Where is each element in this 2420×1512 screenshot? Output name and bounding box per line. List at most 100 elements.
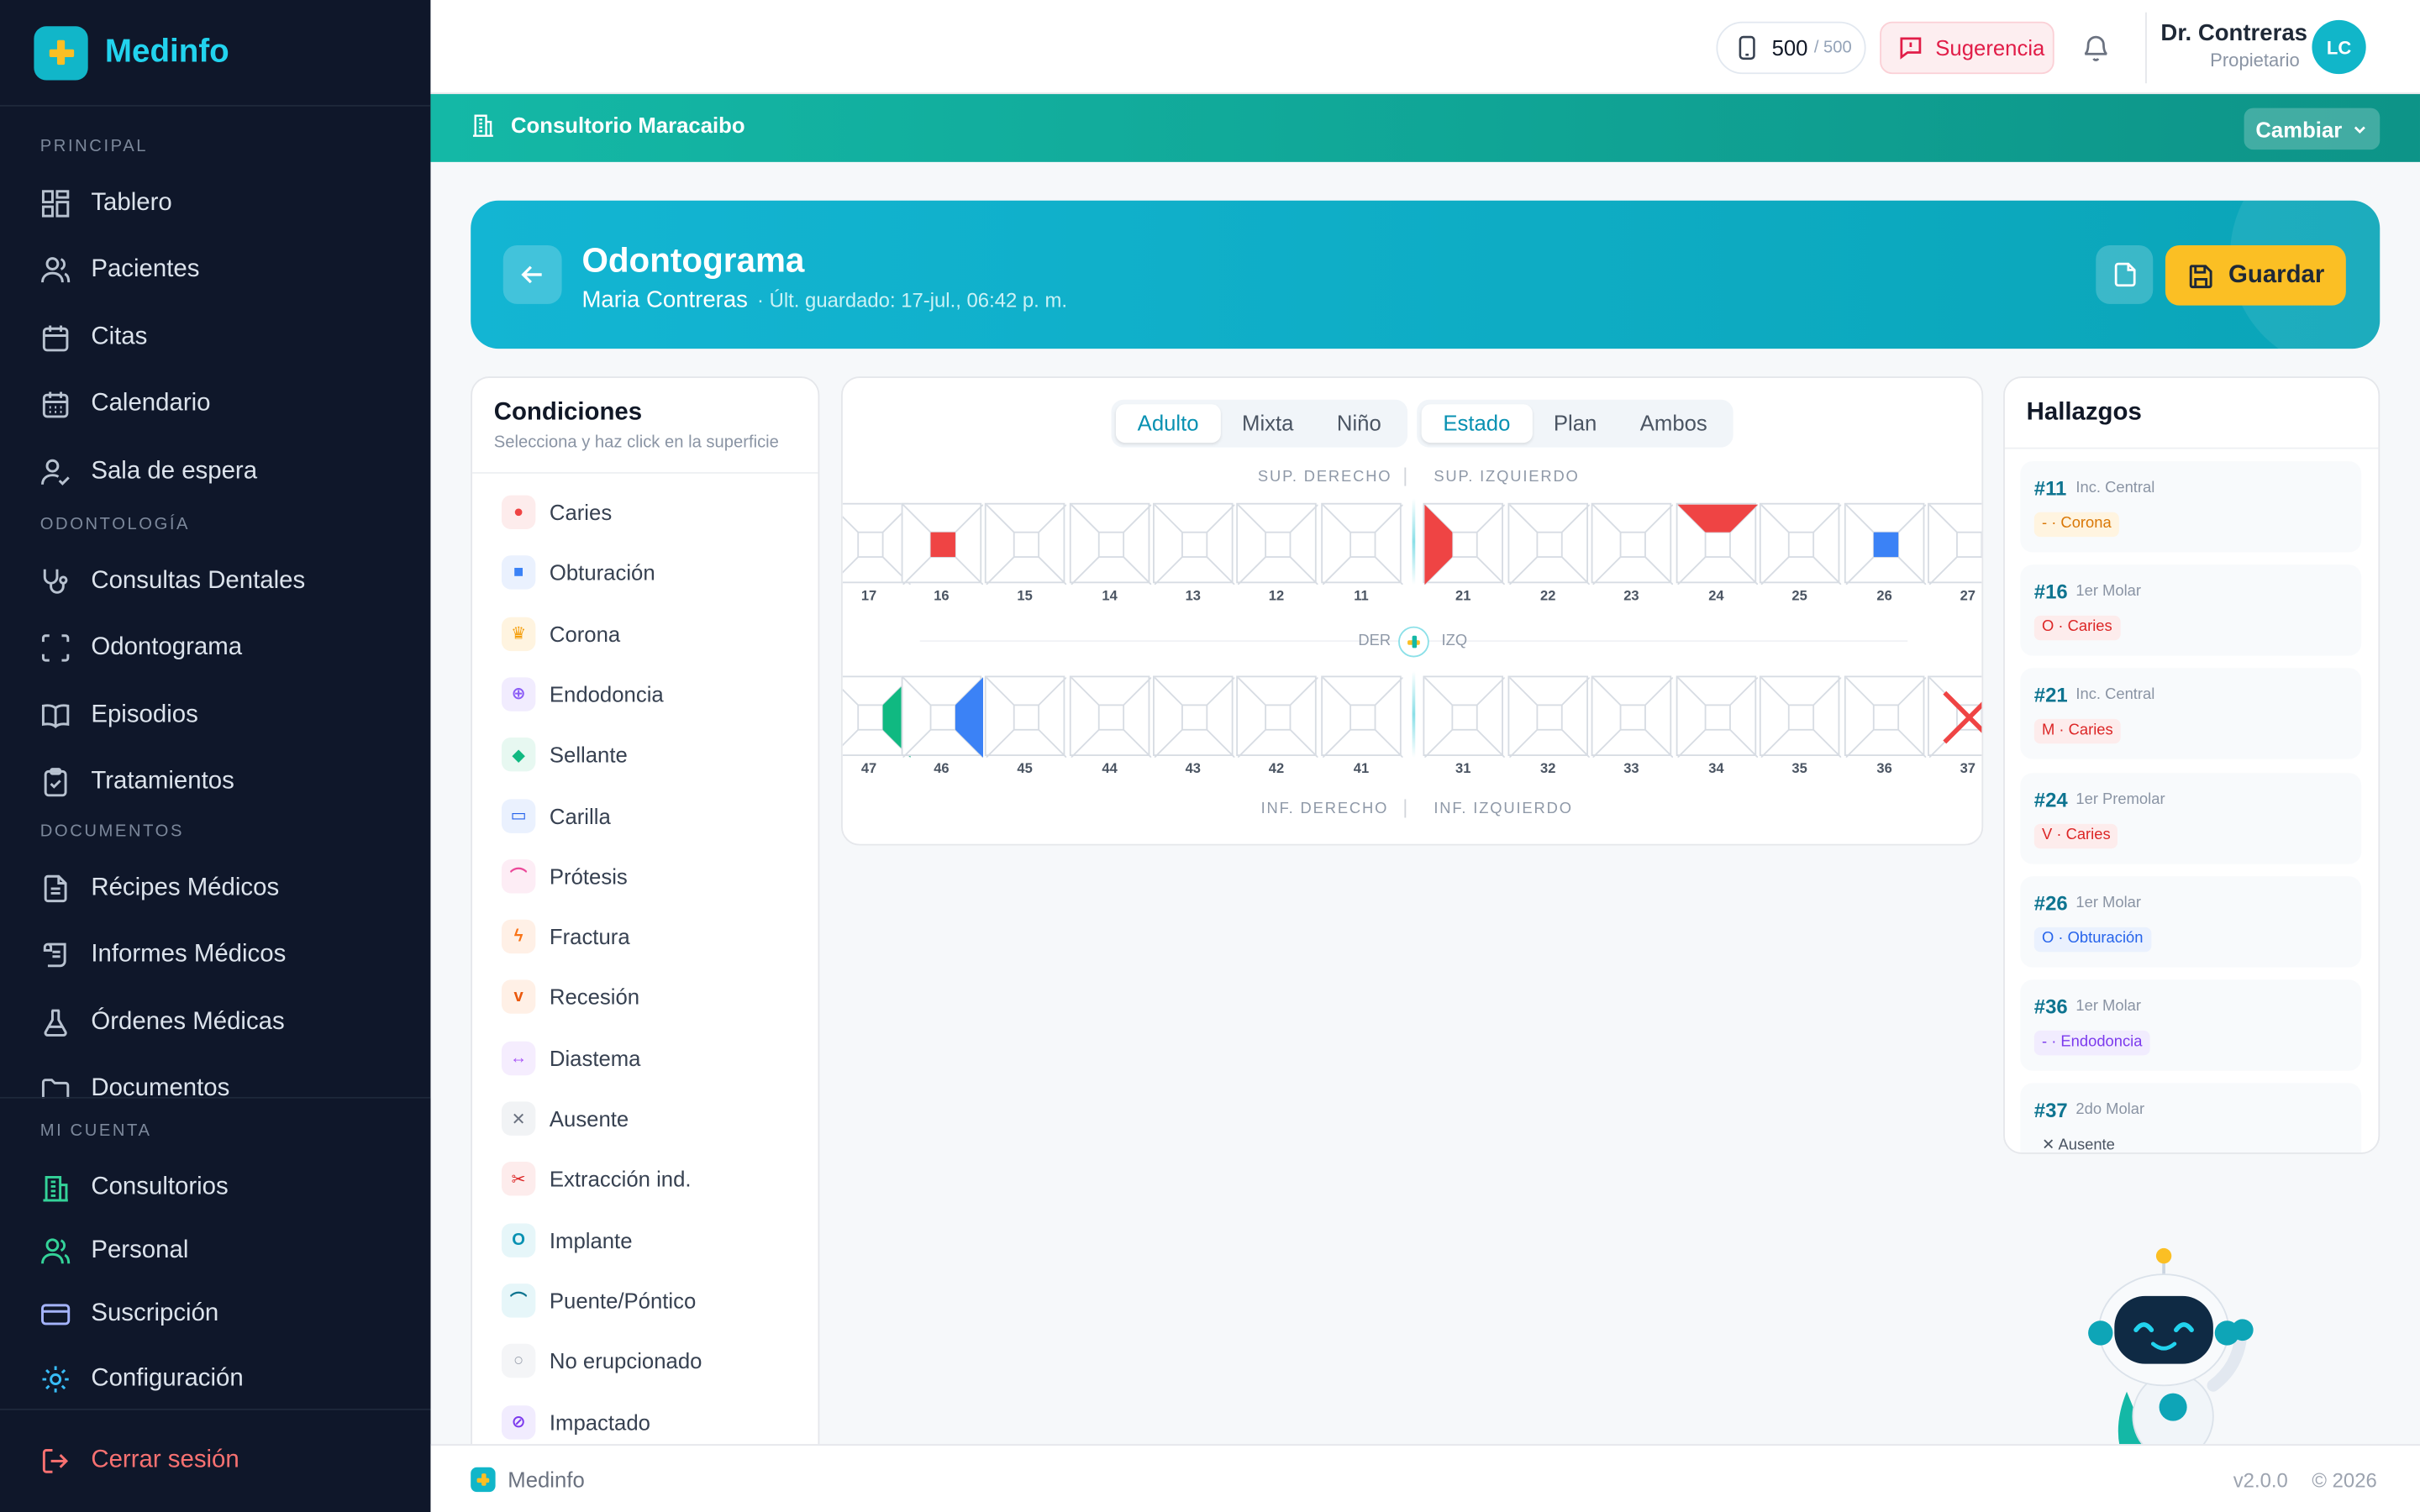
gear-icon [42,1366,69,1393]
condition-item[interactable]: O Implante [501,1222,633,1257]
condition-item[interactable]: ϟ Fractura [501,919,630,954]
tooth-42[interactable] [1236,675,1318,758]
sidebar-item-calendario[interactable]: Calendario [40,384,211,424]
tooth-15[interactable] [984,502,1067,585]
condition-item[interactable]: ⌒ Puente/Póntico [501,1283,696,1318]
tooth-14[interactable] [1069,502,1152,585]
sidebar-divider [0,1408,431,1410]
condition-item[interactable]: ↔ Diastema [501,1041,641,1075]
section-odontologia: ODONTOLOGÍA [39,515,191,534]
document-button[interactable] [2096,245,2154,304]
condition-item[interactable]: ⊘ Impactado [501,1404,650,1439]
tooth-35[interactable] [1759,675,1842,758]
back-button[interactable] [502,245,562,304]
tooth-21[interactable] [1423,502,1505,585]
tooth-26[interactable] [1844,502,1927,585]
condition-item[interactable]: ⌒ Prótesis [501,858,628,894]
condition-item[interactable]: ■ Obturación [501,555,655,591]
tooth-46[interactable] [901,675,983,758]
sidebar-item-episodios[interactable]: Episodios [40,696,198,736]
tooth-number: 15 [1017,587,1033,604]
tooth-41[interactable] [1321,675,1403,758]
condition-item[interactable]: ● Caries [501,495,612,529]
tooth-34[interactable] [1676,675,1759,758]
tooth-25[interactable] [1759,502,1842,585]
tab-nino[interactable]: Niño [1315,404,1402,443]
tab-estado[interactable]: Estado [1421,404,1533,444]
finding-tag: M · Caries [2033,719,2121,745]
tooth-43[interactable] [1153,675,1235,758]
sidebar-item-informes[interactable]: Informes Médicos [40,935,286,975]
tooth-23[interactable] [1591,502,1674,585]
tab-adulto[interactable]: Adulto [1115,404,1221,444]
sidebar-item-sala-espera[interactable]: Sala de espera [40,452,257,492]
sidebar-item-suscripcion[interactable]: Suscripción [40,1294,218,1335]
tooth-number: 36 [1876,760,1892,776]
sidebar-item-tablero[interactable]: Tablero [40,184,172,224]
tooth-11[interactable] [1321,502,1403,585]
sidebar-item-pacientes[interactable]: Pacientes [40,250,199,291]
bell-icon[interactable] [2081,33,2112,71]
sidebar-item-configuracion[interactable]: Configuración [40,1359,244,1399]
tab-ambos[interactable]: Ambos [1618,404,1728,443]
condition-item[interactable]: ◆ Sellante [501,738,628,772]
tooth-24[interactable] [1676,502,1759,585]
tooth-47[interactable] [842,675,911,758]
sidebar-item-ordenes[interactable]: Órdenes Médicas [40,1003,285,1043]
finding-card[interactable]: #21 Inc. Central M · Caries [2020,669,2362,760]
sidebar-item-citas[interactable]: Citas [40,318,147,358]
assistant-robot-icon[interactable] [2081,1243,2265,1468]
change-office-button[interactable]: Cambiar [2244,108,2381,150]
tooth-33[interactable] [1591,675,1674,758]
condition-item[interactable]: ✂ Extracción ind. [501,1162,692,1197]
condition-icon: v [501,980,536,1015]
tooth-36[interactable] [1844,675,1927,758]
sidebar-item-tratamientos[interactable]: Tratamientos [40,762,234,802]
tooth-27[interactable] [1928,502,1982,585]
sidebar-item-consultas-dentales[interactable]: Consultas Dentales [40,562,305,602]
finding-card[interactable]: #24 1er Premolar V · Caries [2020,772,2362,864]
sidebar-item-odontograma[interactable]: Odontograma [40,628,242,669]
tooth-12[interactable] [1236,502,1318,585]
sidebar-label: Configuración [91,1365,244,1392]
tooth-31[interactable] [1423,675,1505,758]
finding-card[interactable]: #37 2do Molar ✕ Ausente [2020,1083,2362,1153]
condition-icon: ♛ [501,616,536,651]
tooth-22[interactable] [1507,502,1590,585]
avatar[interactable]: LC [2312,19,2366,75]
tooth-44[interactable] [1069,675,1152,758]
logo[interactable]: Medinfo [0,0,431,107]
tab-mixta[interactable]: Mixta [1220,404,1315,443]
tooth-45[interactable] [984,675,1067,758]
suggestion-button[interactable]: Sugerencia [1880,21,2054,75]
logout-button[interactable]: Cerrar sesión [40,1441,239,1482]
sidebar-label: Episodios [91,701,198,728]
quadrant-label-sup-izq: SUP. IZQUIERDO [1434,469,1580,486]
finding-card[interactable]: #36 1er Molar - · Endodoncia [2020,979,2362,1071]
condition-item[interactable]: ▭ Carilla [501,798,611,832]
condition-item[interactable]: ♛ Corona [501,616,620,651]
credits-badge[interactable]: 500 / 500 [1716,21,1866,75]
condition-item[interactable]: v Recesión [501,980,639,1015]
tooth-number: 41 [1353,760,1370,776]
sidebar-item-recipes[interactable]: Récipes Médicos [40,869,279,909]
tooth-16[interactable] [901,502,983,585]
tooth-32[interactable] [1507,675,1590,758]
tooth-37[interactable] [1928,675,1982,758]
finding-card[interactable]: #11 Inc. Central - · Corona [2020,461,2362,553]
sidebar-item-consultorios[interactable]: Consultorios [40,1168,229,1208]
save-button[interactable]: Guardar [2165,245,2346,306]
condition-item[interactable]: ○ No erupcionado [501,1344,702,1378]
tab-plan[interactable]: Plan [1532,404,1618,443]
finding-tooth: #21 [2033,684,2068,707]
finding-card[interactable]: #26 1er Molar O · Obturación [2020,875,2362,968]
condition-item[interactable]: ✕ Ausente [501,1101,629,1136]
user-menu[interactable]: Dr. Contreras Propietario [2160,20,2307,71]
tooth-13[interactable] [1153,502,1235,585]
condition-label: Obturación [549,560,655,585]
sidebar-item-personal[interactable]: Personal [40,1231,189,1272]
tooth-17[interactable] [842,502,911,585]
user-role: Propietario [2210,49,2300,71]
finding-card[interactable]: #16 1er Molar O · Caries [2020,564,2362,656]
condition-item[interactable]: ⊕ Endodoncia [501,677,664,711]
